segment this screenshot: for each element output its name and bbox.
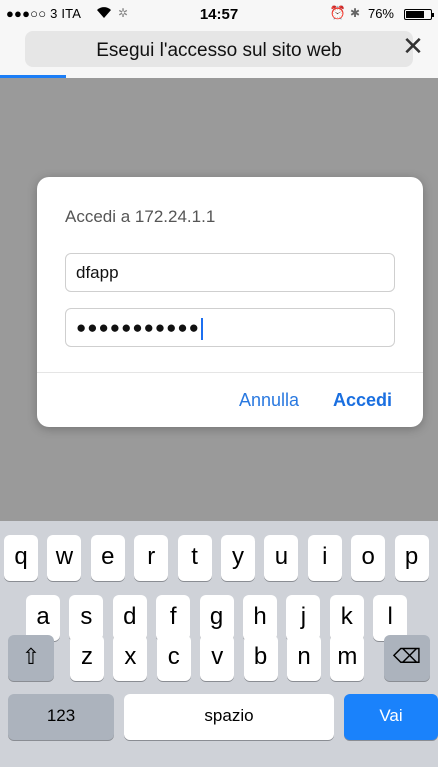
- key-q[interactable]: q: [4, 535, 38, 581]
- key-z[interactable]: z: [70, 635, 104, 681]
- backspace-icon[interactable]: ⌫: [384, 635, 430, 681]
- key-t[interactable]: t: [177, 535, 212, 581]
- battery-fill: [406, 11, 424, 18]
- key-c[interactable]: c: [156, 635, 191, 681]
- key-w[interactable]: w: [47, 535, 82, 581]
- key-m[interactable]: m: [330, 635, 365, 681]
- go-key[interactable]: Vai: [344, 694, 438, 740]
- key-p[interactable]: p: [394, 535, 429, 581]
- space-key[interactable]: spazio: [124, 694, 334, 740]
- password-value: ●●●●●●●●●●●: [76, 318, 200, 337]
- password-field[interactable]: ●●●●●●●●●●●: [65, 308, 395, 347]
- key-o[interactable]: o: [351, 535, 386, 581]
- close-icon[interactable]: ✕: [396, 29, 430, 63]
- alarm-icon: ⏰: [329, 5, 346, 20]
- battery-icon: [404, 9, 434, 20]
- username-value: dfapp: [76, 263, 119, 282]
- key-e[interactable]: e: [90, 535, 125, 581]
- key-u[interactable]: u: [264, 535, 299, 581]
- loading-progress-bar: [0, 75, 66, 78]
- title-pill: Esegui l'accesso sul sito web: [25, 31, 413, 67]
- login-button[interactable]: Accedi: [333, 390, 392, 411]
- bluetooth-icon: ✱: [349, 6, 360, 20]
- key-v[interactable]: v: [200, 635, 235, 681]
- shift-icon[interactable]: ⇧: [8, 635, 54, 681]
- key-y[interactable]: y: [221, 535, 255, 581]
- key-x[interactable]: x: [113, 635, 148, 681]
- text-caret: [200, 317, 203, 340]
- status-bar: ●●●○○ 3 ITA ✲ 14:57 ⏰ ✱ 76%: [0, 0, 438, 28]
- login-dialog: Accedi a 172.24.1.1 dfapp ●●●●●●●●●●● An…: [37, 177, 423, 427]
- dialog-title: Accedi a 172.24.1.1: [65, 207, 216, 226]
- browser-header: Esegui l'accesso sul sito web ✕: [0, 28, 438, 78]
- key-i[interactable]: i: [307, 535, 342, 581]
- dialog-divider: [37, 372, 423, 373]
- key-n[interactable]: n: [287, 635, 321, 681]
- key-b[interactable]: b: [243, 635, 278, 681]
- key-r[interactable]: r: [134, 535, 169, 581]
- battery-percent: 76%: [367, 6, 394, 21]
- numbers-key[interactable]: 123: [8, 694, 114, 740]
- username-field[interactable]: dfapp: [65, 253, 395, 292]
- keyboard: qwertyuiop asdfghjkl zxcvbnm ⇧ ⌫ 123 spa…: [0, 521, 438, 767]
- page-title: Esegui l'accesso sul sito web: [96, 40, 342, 61]
- cancel-button[interactable]: Annulla: [239, 390, 299, 411]
